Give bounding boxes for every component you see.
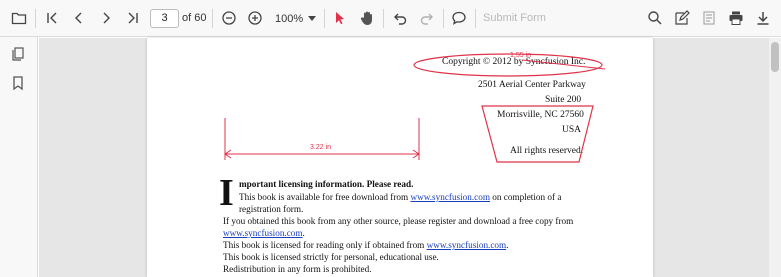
notice-line-7: Redistribution in any form is prohibited… xyxy=(223,264,372,274)
notice-line-4: www.syncfusion.com. xyxy=(223,228,305,238)
comment-icon[interactable] xyxy=(448,7,470,29)
page-count-label: of 60 xyxy=(182,12,207,24)
zoom-in-icon[interactable] xyxy=(244,7,266,29)
open-file-icon[interactable] xyxy=(8,7,30,29)
street-line: 2501 Aerial Center Parkway xyxy=(478,80,586,90)
pan-hand-icon[interactable] xyxy=(356,7,378,29)
vertical-scrollbar[interactable] xyxy=(769,38,781,277)
redo-icon[interactable] xyxy=(416,7,438,29)
pdf-page: Copyright © 2012 by Syncfusion Inc. 2501… xyxy=(147,38,653,277)
notice-line-1: This book is available for free download… xyxy=(239,192,562,202)
suite-line: Suite 200 xyxy=(545,95,582,105)
undo-icon[interactable] xyxy=(389,7,411,29)
edit-annotation-icon[interactable] xyxy=(671,7,693,29)
syncfusion-link-2[interactable]: www.syncfusion.com xyxy=(223,228,303,238)
notice-heading: mportant licensing information. Please r… xyxy=(239,179,414,189)
dropcap-letter: I xyxy=(219,172,234,214)
chevron-down-icon xyxy=(308,16,317,21)
zoom-out-icon[interactable] xyxy=(218,7,240,29)
download-icon[interactable] xyxy=(752,7,774,29)
form-designer-icon[interactable] xyxy=(698,7,720,29)
page-thumbnails-icon[interactable] xyxy=(10,46,28,64)
navigation-sidebar xyxy=(0,37,38,277)
notice-line-5: This book is licensed for reading only i… xyxy=(223,240,509,250)
toolbar: 3 of 60 100% Submit Form xyxy=(0,0,781,37)
notice-line-2: registration form. xyxy=(239,204,304,214)
notice-line-3: If you obtained this book from any other… xyxy=(223,216,574,226)
ellipse-measure-label: 1.55 in xyxy=(510,52,532,59)
submit-form-button[interactable]: Submit Form xyxy=(483,12,546,24)
last-page-icon[interactable] xyxy=(122,7,144,29)
search-icon[interactable] xyxy=(644,7,666,29)
previous-page-icon[interactable] xyxy=(68,7,90,29)
country-line: USA xyxy=(562,125,582,135)
next-page-icon[interactable] xyxy=(95,7,117,29)
rights-line: All rights reserved. xyxy=(510,146,584,156)
distance-arrow-left xyxy=(224,149,232,159)
distance-arrow-right xyxy=(412,149,420,159)
syncfusion-link-1[interactable]: www.syncfusion.com xyxy=(410,192,490,202)
current-page-input[interactable]: 3 xyxy=(150,9,179,28)
notice-line-6: This book is licensed strictly for perso… xyxy=(223,252,439,262)
syncfusion-link-3[interactable]: www.syncfusion.com xyxy=(427,240,507,250)
city-line: Morrisville, NC 27560 xyxy=(497,110,584,120)
zoom-value: 100% xyxy=(275,12,304,25)
distance-measure-label: 3.22 in xyxy=(310,144,332,151)
selection-cursor-icon[interactable] xyxy=(329,7,351,29)
bookmark-icon[interactable] xyxy=(10,75,28,93)
print-icon[interactable] xyxy=(725,7,747,29)
scrollbar-thumb[interactable] xyxy=(771,42,779,72)
zoom-dropdown[interactable]: 100% xyxy=(275,9,317,28)
first-page-icon[interactable] xyxy=(41,7,63,29)
